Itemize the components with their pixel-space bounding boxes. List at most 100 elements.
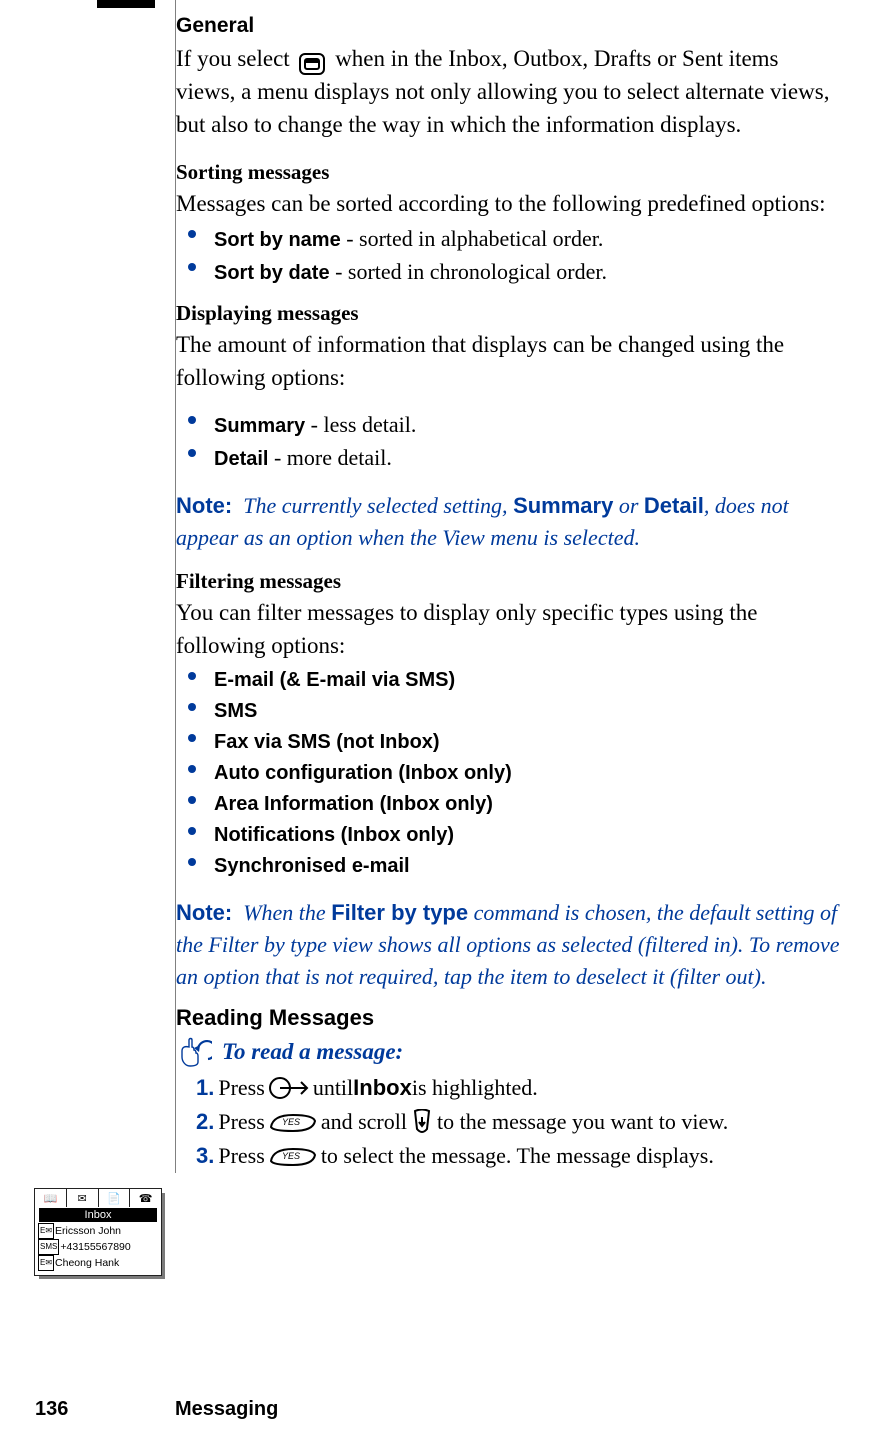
bullet-icon [188,672,196,680]
filtering-list: E-mail (& E-mail via SMS) SMS Fax via SM… [176,666,843,881]
bullet-icon [188,449,196,457]
note-text-pre: The currently selected setting, [243,493,513,518]
page: General If you select when in the Inbox,… [0,0,873,1360]
step-text: and scroll [321,1105,407,1139]
chapter-name: Messaging [175,1398,278,1421]
bullet-icon [188,416,196,424]
sorting-paragraph: Messages can be sorted according to the … [176,187,843,220]
procedure-title-text: To read a message: [222,1033,403,1071]
page-footer: 136 Messaging [35,1398,835,1421]
note-text-mid: or [613,493,644,518]
step-text: Press [218,1071,264,1105]
item-label: Notifications (Inbox only) [214,824,454,846]
filtering-paragraph: You can filter messages to display only … [176,596,843,662]
calendar-icon: 📄 [99,1189,131,1207]
svg-text:YES: YES [282,1117,300,1127]
list-item: Area Information (Inbox only) [176,790,843,819]
step-text: to select the message. The message displ… [321,1139,714,1173]
item-label: Summary [214,415,305,437]
extras-icon: ☎ [130,1189,161,1207]
chapter-mark [97,0,155,8]
note-label: Note: [176,900,232,925]
sorting-heading: Sorting messages [176,157,843,187]
step-item: 1. Press until Inbox is highlighted. [196,1071,843,1105]
step-emb-inbox: Inbox [353,1071,412,1105]
note-filter: Note: When the Filter by type command is… [176,897,843,993]
bullet-icon [188,230,196,238]
msg-from: Cheong Hank [55,1256,119,1270]
note-text-pre: When the [243,900,331,925]
item-label: E-mail (& E-mail via SMS) [214,669,455,691]
msg-type-tag: E✉ [38,1255,54,1271]
filtering-heading: Filtering messages [176,566,843,596]
step-text: Press [218,1105,264,1139]
bullet-icon [188,765,196,773]
item-label: Fax via SMS (not Inbox) [214,731,440,753]
step-item: 2. Press YES and scroll to the message y… [196,1105,843,1139]
list-item: Sort by date - sorted in chronological o… [176,257,843,288]
list-item: SMS [176,697,843,726]
displaying-heading: Displaying messages [176,298,843,328]
step-item: 3. Press YES to select the message. The … [196,1139,843,1173]
step-text: until [313,1071,353,1105]
item-tail: - sorted in chronological order. [330,259,607,284]
note-emb-filter: Filter by type [331,900,468,925]
note-label: Note: [176,493,232,518]
message-icon: ✉ [67,1189,99,1207]
list-item: Detail - more detail. [176,443,843,474]
general-paragraph: If you select when in the Inbox, Outbox,… [176,42,843,141]
list-item: Auto configuration (Inbox only) [176,759,843,788]
list-item: Fax via SMS (not Inbox) [176,728,843,757]
yes-key-icon: YES [269,1111,317,1133]
phone-row: SMS+43155567890 [35,1239,161,1255]
view-menu-icon [299,53,325,75]
phone-icon-row: 📖 ✉ 📄 ☎ [35,1189,161,1207]
item-label: Sort by date [214,262,330,284]
step-text: to the message you want to view. [437,1105,728,1139]
book-icon: 📖 [35,1189,67,1207]
bullet-icon [188,263,196,271]
item-tail: - more detail. [268,445,391,470]
item-label: Sort by name [214,229,341,251]
bullet-icon [188,858,196,866]
displaying-list: Summary - less detail. Detail - more det… [176,410,843,474]
item-label: Synchronised e-mail [214,855,410,877]
right-arrow-pad-icon [269,1077,309,1099]
hand-arrow-icon [180,1037,212,1067]
list-item: Sort by name - sorted in alphabetical or… [176,224,843,255]
msg-type-tag: SMS [38,1239,59,1255]
msg-from: +43155567890 [60,1240,130,1254]
phone-screen-thumbnail: 📖 ✉ 📄 ☎ Inbox E✉Ericsson John SMS+431555… [34,1188,162,1276]
displaying-paragraph: The amount of information that displays … [176,328,843,394]
msg-type-tag: E✉ [38,1223,54,1239]
list-item: Summary - less detail. [176,410,843,441]
yes-key-icon: YES [269,1145,317,1167]
item-label: SMS [214,700,257,722]
general-heading: General [176,10,843,42]
down-jog-icon [411,1109,433,1135]
content-column: General If you select when in the Inbox,… [175,0,843,1173]
item-tail: - sorted in alphabetical order. [341,226,604,251]
step-text: Press [218,1139,264,1173]
item-label: Detail [214,448,268,470]
page-number: 136 [35,1398,175,1421]
list-item: Synchronised e-mail [176,852,843,881]
phone-row: E✉Ericsson John [35,1223,161,1239]
note-emb-summary: Summary [513,493,613,518]
item-label: Area Information (Inbox only) [214,793,493,815]
bullet-icon [188,796,196,804]
step-number: 3. [196,1139,214,1173]
step-number: 1. [196,1071,214,1105]
reading-heading: Reading Messages [176,1005,843,1031]
phone-selected-tab: Inbox [39,1208,157,1222]
step-list: 1. Press until Inbox is highlighted. 2. … [176,1071,843,1173]
procedure-title: To read a message: [176,1033,843,1071]
item-label: Auto configuration (Inbox only) [214,762,512,784]
list-item: E-mail (& E-mail via SMS) [176,666,843,695]
step-number: 2. [196,1105,214,1139]
item-tail: - less detail. [305,412,416,437]
sorting-list: Sort by name - sorted in alphabetical or… [176,224,843,288]
svg-text:YES: YES [282,1151,300,1161]
note-emb-detail: Detail [644,493,704,518]
phone-row: E✉Cheong Hank [35,1255,161,1271]
